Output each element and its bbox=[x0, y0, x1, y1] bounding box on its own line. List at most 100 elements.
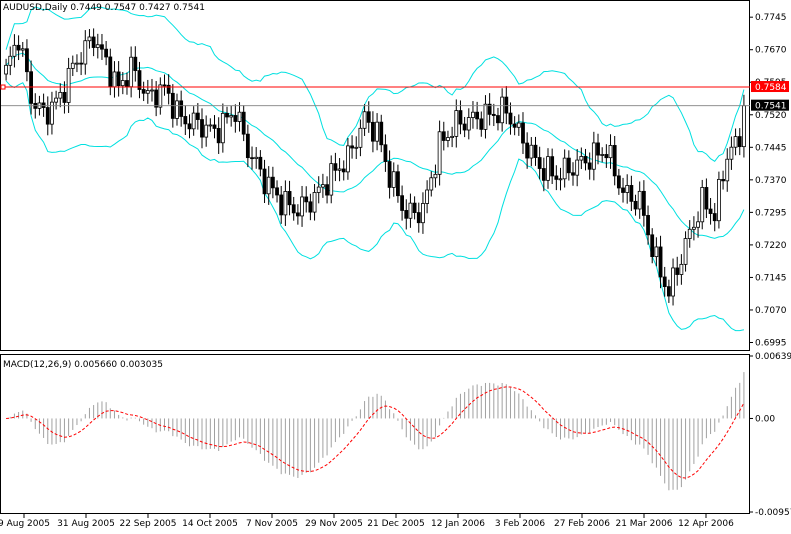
candle-body bbox=[725, 158, 730, 182]
candle-body bbox=[275, 187, 279, 196]
candle-body bbox=[262, 168, 267, 195]
candle bbox=[717, 171, 721, 229]
candle bbox=[329, 155, 334, 204]
time-tick-label: 12 Jan 2006 bbox=[431, 519, 485, 529]
candle bbox=[308, 193, 313, 221]
candle-body bbox=[429, 177, 434, 191]
candle bbox=[158, 77, 163, 115]
candle-body bbox=[612, 145, 617, 177]
candle-body bbox=[120, 80, 125, 87]
candle-body bbox=[433, 173, 438, 179]
candle-body bbox=[712, 213, 717, 222]
candle-body bbox=[600, 154, 605, 156]
candle-body bbox=[108, 56, 113, 88]
candle-body bbox=[554, 175, 559, 180]
candle-body bbox=[704, 187, 709, 210]
candle-body bbox=[441, 131, 446, 141]
candle-body bbox=[604, 154, 609, 159]
candle-body bbox=[683, 238, 688, 265]
candle bbox=[641, 180, 646, 227]
candle bbox=[621, 177, 625, 203]
candle bbox=[41, 93, 46, 117]
candle-body bbox=[616, 175, 621, 189]
candle-body bbox=[358, 127, 363, 148]
candle bbox=[120, 72, 125, 95]
price-tick-label: 0.7370 bbox=[755, 176, 787, 186]
horizontal-line-handle[interactable] bbox=[0, 84, 6, 90]
candle bbox=[462, 116, 467, 138]
candle bbox=[225, 106, 229, 124]
candle bbox=[675, 256, 680, 286]
candle bbox=[295, 204, 300, 225]
candle bbox=[421, 192, 425, 234]
candle bbox=[175, 93, 179, 126]
candle bbox=[200, 108, 204, 149]
candle bbox=[491, 103, 496, 127]
candle bbox=[733, 128, 738, 156]
candle-body bbox=[641, 190, 646, 216]
candle bbox=[104, 40, 109, 66]
candle bbox=[371, 111, 375, 153]
candle bbox=[216, 117, 221, 154]
macd-tick-label: -0.00957 bbox=[755, 508, 791, 518]
candle-body bbox=[312, 192, 317, 213]
candle-body bbox=[717, 178, 721, 222]
candle bbox=[400, 185, 404, 221]
candle bbox=[521, 112, 525, 154]
candle bbox=[316, 176, 321, 204]
candle-body bbox=[625, 185, 630, 193]
candle bbox=[379, 114, 384, 153]
candle-body bbox=[591, 142, 596, 170]
price-tick-label: 0.7745 bbox=[755, 13, 787, 23]
candle bbox=[429, 171, 434, 197]
candle-body bbox=[158, 84, 163, 108]
candle-body bbox=[666, 286, 671, 297]
candle bbox=[579, 147, 584, 170]
time-axis: 9 Aug 2005 31 Aug 2005 22 Sep 2005 14 Oct 2… bbox=[0, 514, 734, 529]
candle bbox=[537, 146, 542, 180]
candle-body bbox=[387, 161, 392, 188]
candle bbox=[387, 150, 392, 199]
candle-body bbox=[571, 172, 575, 176]
candle-body bbox=[12, 44, 17, 57]
candle-body bbox=[516, 122, 521, 128]
candle-body bbox=[333, 163, 338, 171]
candle-body bbox=[512, 123, 517, 128]
candle bbox=[79, 52, 84, 76]
candle bbox=[612, 135, 617, 186]
candle bbox=[575, 149, 580, 187]
candle-body bbox=[700, 187, 705, 223]
candle-body bbox=[129, 56, 134, 88]
candle bbox=[591, 131, 596, 181]
candle-body bbox=[583, 156, 588, 164]
candle-body bbox=[245, 133, 250, 159]
candle-body bbox=[633, 200, 638, 210]
candle bbox=[212, 115, 217, 139]
candle bbox=[350, 135, 354, 159]
lower-band bbox=[5, 80, 744, 332]
bollinger-bands bbox=[5, 6, 745, 332]
macd-histogram bbox=[9, 372, 745, 491]
candle bbox=[341, 160, 346, 181]
candle bbox=[550, 148, 555, 185]
candle-body bbox=[87, 36, 92, 42]
candle bbox=[312, 184, 317, 221]
candle bbox=[91, 28, 96, 57]
macd-panel-frame bbox=[0, 354, 750, 514]
candle-body bbox=[341, 168, 346, 173]
candle-body bbox=[100, 44, 104, 50]
candle bbox=[633, 194, 638, 216]
candle bbox=[304, 186, 309, 213]
candle bbox=[679, 254, 684, 285]
candle-body bbox=[529, 144, 534, 159]
candle bbox=[45, 96, 50, 136]
price-tick-label: 0.7070 bbox=[755, 306, 787, 316]
candle bbox=[729, 136, 734, 170]
candle-body bbox=[300, 196, 304, 217]
candle bbox=[12, 34, 17, 68]
candle bbox=[8, 46, 13, 76]
candle bbox=[75, 54, 79, 73]
candle bbox=[195, 103, 200, 130]
candle-body bbox=[112, 71, 117, 88]
candle-body bbox=[195, 112, 200, 120]
